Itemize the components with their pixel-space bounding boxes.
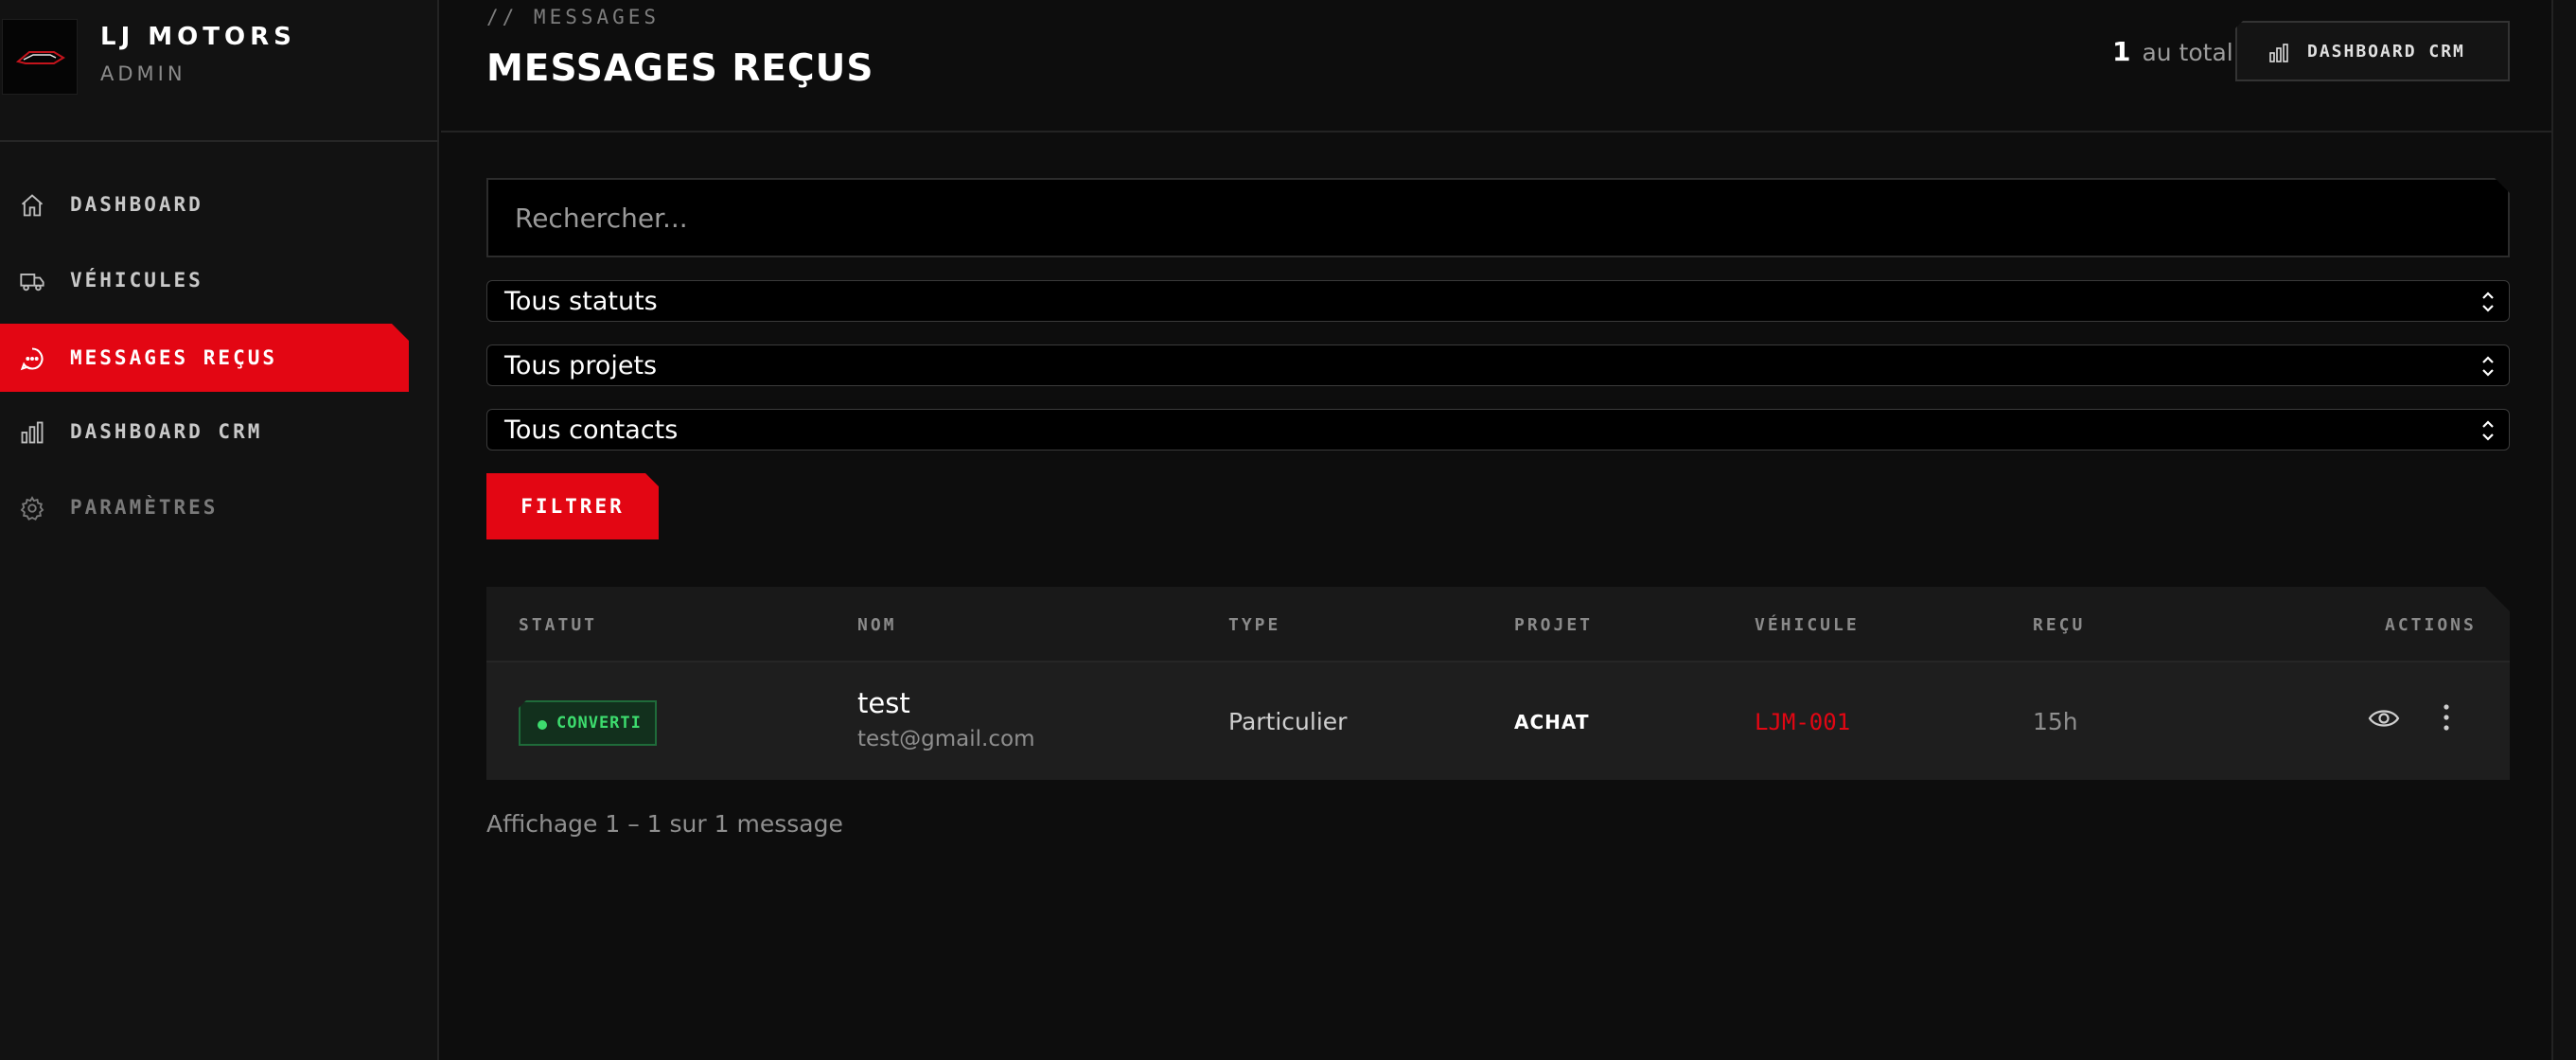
- sidebar-item-parametres[interactable]: PARAMÈTRES: [0, 473, 409, 541]
- scrollbar-track[interactable]: [2551, 0, 2576, 1060]
- app-root: LJ MOTORS ADMIN DASHBOARD VÉHICULES MESS…: [0, 0, 2576, 1060]
- brand-logo[interactable]: [2, 19, 78, 95]
- status-select-value: Tous statuts: [504, 287, 658, 316]
- total-count: 1 au total: [2112, 36, 2233, 67]
- column-header-recu[interactable]: REÇU: [2033, 615, 2085, 635]
- page-title: MESSAGES REÇUS: [486, 47, 874, 90]
- sidebar-item-label: VÉHICULES: [70, 269, 203, 292]
- select-arrows-icon: [2482, 420, 2494, 441]
- gear-icon: [19, 495, 45, 521]
- status-badge-label: CONVERTI: [556, 714, 642, 733]
- more-options-icon[interactable]: [2440, 702, 2453, 733]
- sidebar-item-label: PARAMÈTRES: [70, 496, 219, 519]
- project-select[interactable]: Tous projets: [486, 344, 2510, 386]
- page-header: // MESSAGES MESSAGES REÇUS 1 au total DA…: [441, 0, 2551, 132]
- contact-select-value: Tous contacts: [504, 415, 679, 445]
- messages-table: STATUT NOM TYPE PROJET VÉHICULE REÇU ACT…: [486, 587, 2510, 780]
- select-arrows-icon: [2482, 356, 2494, 377]
- sidebar-item-messages[interactable]: MESSAGES REÇUS: [0, 324, 409, 392]
- table-row[interactable]: CONVERTI test test@gmail.com Particulier…: [486, 662, 2510, 780]
- column-header-nom[interactable]: NOM: [857, 615, 897, 635]
- brand-name: LJ MOTORS: [100, 23, 296, 51]
- row-received: 15h: [2033, 708, 2078, 735]
- brand-block: LJ MOTORS ADMIN: [0, 0, 439, 142]
- project-select-value: Tous projets: [504, 351, 658, 380]
- view-eye-icon[interactable]: [2368, 706, 2400, 731]
- pagination-summary: Affichage 1 – 1 sur 1 message: [486, 810, 843, 838]
- dashboard-crm-button-label: DASHBOARD CRM: [2307, 42, 2465, 62]
- column-header-actions: ACTIONS: [2385, 615, 2477, 635]
- row-project: ACHAT: [1514, 711, 1590, 733]
- home-icon: [19, 192, 45, 219]
- search-input[interactable]: [486, 178, 2510, 257]
- table-header: STATUT NOM TYPE PROJET VÉHICULE REÇU ACT…: [486, 587, 2510, 662]
- column-header-projet[interactable]: PROJET: [1514, 615, 1593, 635]
- sidebar-item-dashboard[interactable]: DASHBOARD: [0, 170, 409, 238]
- status-badge: CONVERTI: [519, 700, 657, 746]
- row-email: test@gmail.com: [857, 727, 1035, 751]
- breadcrumb: // MESSAGES: [486, 6, 661, 28]
- bar-chart-icon: [19, 419, 45, 446]
- filter-button[interactable]: FILTRER: [486, 473, 659, 539]
- status-dot: [538, 720, 547, 730]
- dashboard-crm-button[interactable]: DASHBOARD CRM: [2235, 21, 2510, 81]
- column-header-statut[interactable]: STATUT: [519, 615, 597, 635]
- sidebar-item-vehicules[interactable]: VÉHICULES: [0, 246, 409, 314]
- total-count-number: 1: [2112, 36, 2131, 67]
- column-header-type[interactable]: TYPE: [1228, 615, 1280, 635]
- sidebar-item-label: DASHBOARD CRM: [70, 420, 263, 443]
- column-header-vehicule[interactable]: VÉHICULE: [1755, 615, 1860, 635]
- sidebar-item-dashboard-crm[interactable]: DASHBOARD CRM: [0, 398, 409, 466]
- truck-icon: [19, 268, 45, 294]
- total-count-label: au total: [2142, 39, 2233, 66]
- select-arrows-icon: [2482, 292, 2494, 312]
- sidebar-item-label: MESSAGES REÇUS: [70, 346, 278, 369]
- sidebar-item-label: DASHBOARD: [70, 193, 203, 216]
- sidebar: LJ MOTORS ADMIN DASHBOARD VÉHICULES MESS…: [0, 0, 439, 1060]
- bar-chart-icon: [2267, 42, 2290, 64]
- row-type: Particulier: [1228, 708, 1348, 735]
- brand-role: ADMIN: [100, 62, 186, 85]
- row-vehicle-link[interactable]: LJM-001: [1755, 709, 1850, 735]
- row-name: test: [857, 687, 910, 719]
- contact-select[interactable]: Tous contacts: [486, 409, 2510, 450]
- status-select[interactable]: Tous statuts: [486, 280, 2510, 322]
- message-icon: [19, 345, 45, 372]
